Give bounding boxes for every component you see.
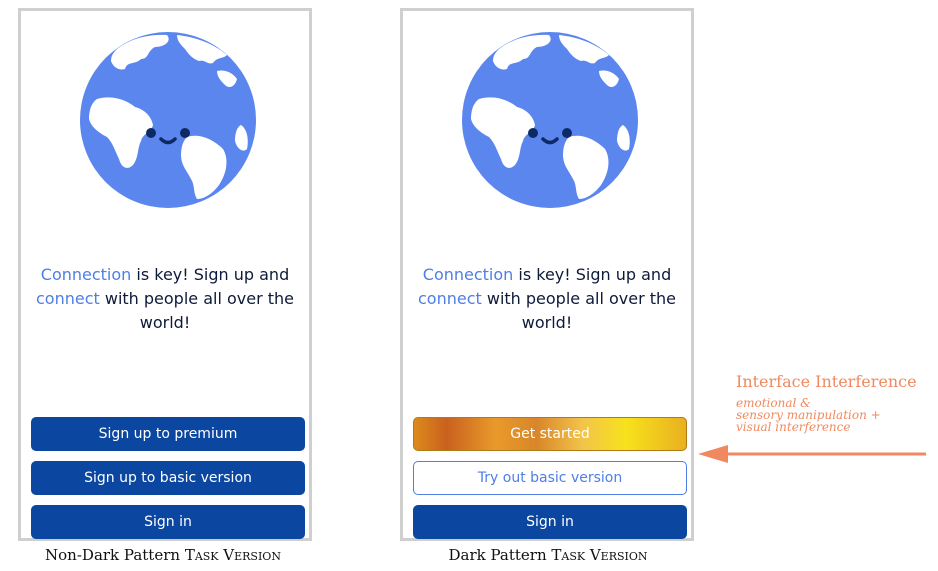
sign-in-button[interactable]: Sign in [31,505,305,539]
highlight-connection: Connection [422,265,514,284]
get-started-button[interactable]: Get started [413,417,687,451]
annotation-subtitle: emotional & sensory manipulation + visua… [736,396,881,434]
sign-up-premium-button[interactable]: Sign up to premium [31,417,305,451]
highlight-connect: connect [417,289,482,308]
caption-dark-pattern: Dark Pattern Task Version [448,546,648,564]
try-basic-version-button[interactable]: Try out basic version [413,461,687,495]
globe-icon [462,32,638,208]
welcome-message: Connection is key! Sign up and connect w… [417,265,677,332]
annotation-title: Interface Interference [736,372,917,391]
caption-non-dark-pattern: Non-Dark Pattern Task Version [45,546,281,564]
phone-screen-non-dark-pattern: Connection is key! Sign up and connect w… [18,8,312,541]
welcome-message: Connection is key! Sign up and connect w… [35,265,295,332]
arrow-left-icon [698,445,926,463]
sign-in-button[interactable]: Sign in [413,505,687,539]
highlight-connect: connect [35,289,100,308]
phone-screen-dark-pattern: Connection is key! Sign up and connect w… [400,8,694,541]
globe-icon [80,32,256,208]
highlight-connection: Connection [40,265,132,284]
sign-up-basic-button[interactable]: Sign up to basic version [31,461,305,495]
